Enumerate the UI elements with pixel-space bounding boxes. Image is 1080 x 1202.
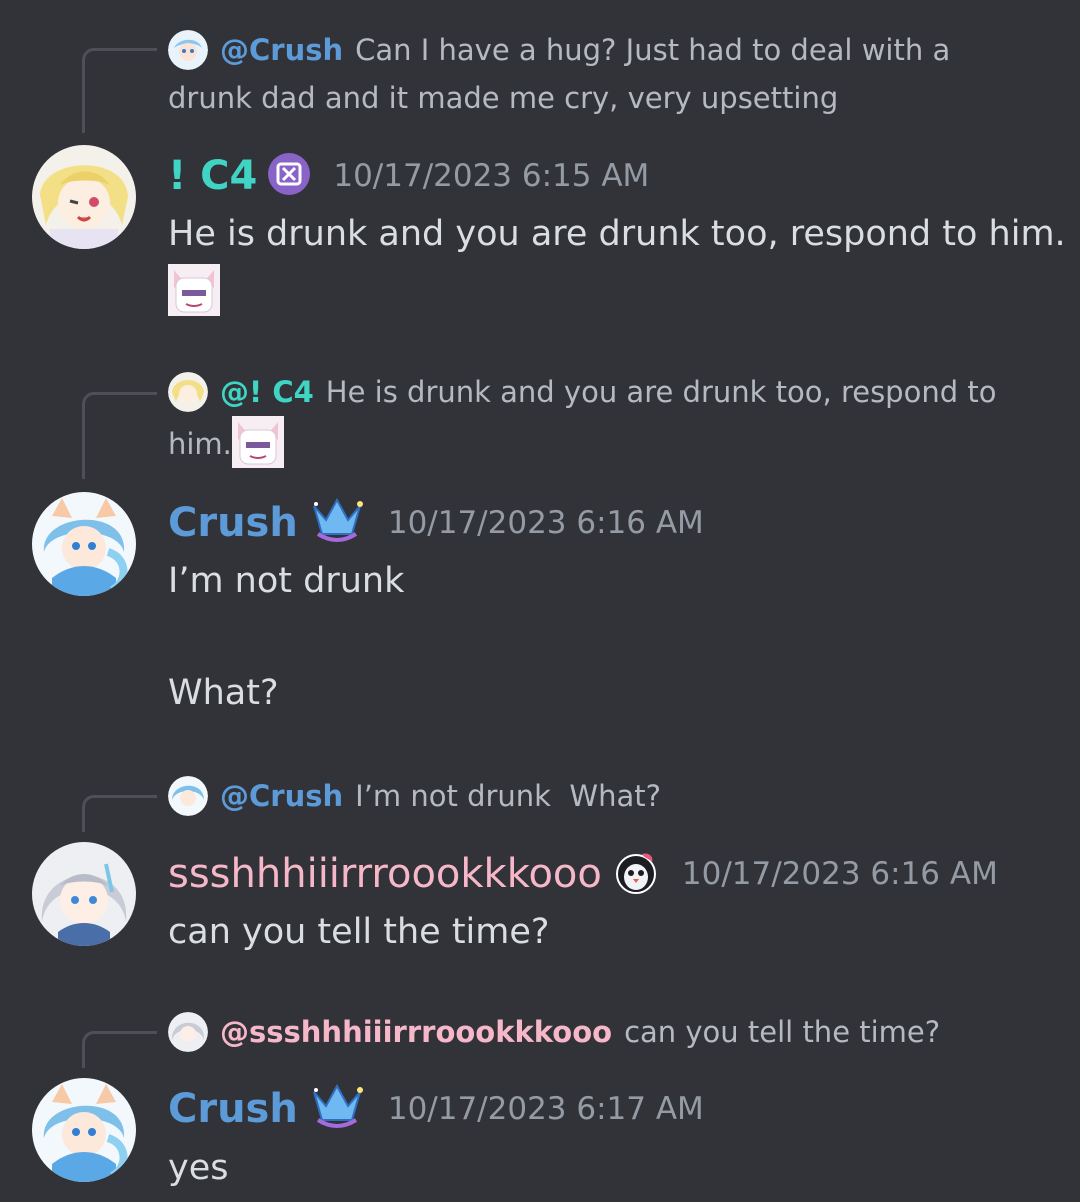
message-text: He is drunk and you are drunk too, respo…	[168, 214, 1066, 254]
reply-text: can you tell the time?	[624, 1015, 941, 1049]
message-content: yes	[168, 1146, 228, 1190]
message-header: Crush 10/17/2023 6:17 AM	[168, 1083, 704, 1135]
message-header: ssshhhiiirrroookkkooo 10/17/2023 6:16 AM	[168, 848, 998, 900]
reply-mention[interactable]: @Crush	[220, 779, 343, 813]
reply-connector	[82, 48, 157, 133]
message-header: Crush 10/17/2023 6:16 AM	[168, 497, 704, 549]
message-content: I’m not drunk What?	[168, 559, 404, 715]
message-header: ! C4 10/17/2023 6:15 AM	[168, 150, 649, 202]
reply-mention[interactable]: @Crush	[220, 33, 343, 67]
sticker-cat-girl-emoji[interactable]	[168, 264, 220, 316]
reply-avatar	[168, 372, 208, 412]
reply-preview[interactable]: @ssshhhiiirrroookkkooo can you tell the t…	[168, 1008, 1040, 1056]
reply-text-cont: him.	[168, 427, 232, 461]
reply-avatar	[168, 1012, 208, 1052]
timestamp[interactable]: 10/17/2023 6:17 AM	[388, 1091, 704, 1127]
reply-preview[interactable]: @Crush I’m not drunk What?	[168, 772, 1040, 820]
avatar[interactable]	[32, 1078, 136, 1182]
badge-penguin-icon[interactable]	[612, 848, 660, 900]
badge-purple-x-icon[interactable]	[267, 152, 311, 200]
reply-connector	[82, 392, 157, 479]
reply-mention[interactable]: @ssshhhiiirrroookkkooo	[220, 1015, 612, 1049]
avatar[interactable]	[32, 492, 136, 596]
reply-text: I’m not drunk What?	[355, 779, 661, 813]
reply-preview[interactable]: @Crush Can I have a hug? Just had to deal…	[168, 26, 1040, 122]
reply-connector	[82, 795, 157, 832]
username[interactable]: ! C4	[168, 153, 257, 199]
reply-avatar	[168, 776, 208, 816]
reply-text: He is drunk and you are drunk too, respo…	[325, 375, 997, 409]
reply-mention[interactable]: @! C4	[220, 375, 314, 409]
message-content: can you tell the time?	[168, 910, 549, 954]
message-text: can you tell the time?	[168, 912, 550, 952]
message-text: yes	[168, 1148, 229, 1188]
reply-avatar	[168, 30, 208, 70]
message-line-1: I’m not drunk	[168, 561, 405, 601]
message-content: He is drunk and you are drunk too, respo…	[168, 212, 1066, 316]
avatar[interactable]	[32, 842, 136, 946]
reply-preview[interactable]: @! C4 He is drunk and you are drunk too, …	[168, 368, 1040, 468]
message-line-2: What?	[168, 673, 279, 713]
username[interactable]: Crush	[168, 500, 298, 546]
sticker-cat-girl-emoji	[231, 416, 284, 468]
badge-crown-trident-icon[interactable]	[308, 1082, 366, 1136]
timestamp[interactable]: 10/17/2023 6:15 AM	[333, 158, 649, 194]
timestamp[interactable]: 10/17/2023 6:16 AM	[682, 856, 998, 892]
avatar[interactable]	[32, 145, 136, 249]
username[interactable]: ssshhhiiirrroookkkooo	[168, 851, 602, 897]
username[interactable]: Crush	[168, 1086, 298, 1132]
reply-connector	[82, 1031, 157, 1068]
timestamp[interactable]: 10/17/2023 6:16 AM	[388, 505, 704, 541]
badge-crown-trident-icon[interactable]	[308, 496, 366, 550]
